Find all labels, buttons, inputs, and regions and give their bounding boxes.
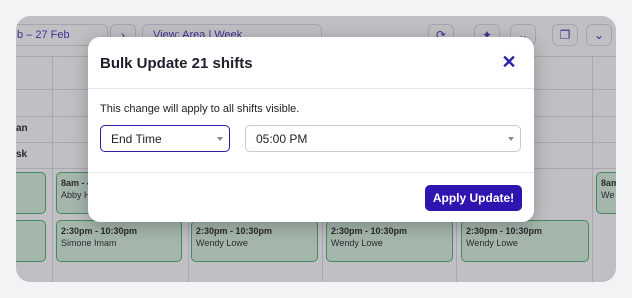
chevron-down-icon [508, 137, 514, 141]
value-select[interactable]: 05:00 PM [245, 125, 521, 152]
close-icon[interactable]: ✕ [500, 53, 518, 71]
value-select-value: 05:00 PM [256, 132, 308, 146]
modal-info-text: This change will apply to all shifts vis… [100, 103, 300, 115]
apply-update-button[interactable]: Apply Update! [425, 185, 522, 211]
field-select-value: End Time [111, 132, 162, 146]
modal-divider [88, 172, 534, 173]
bulk-update-modal: Bulk Update 21 shifts ✕ This change will… [88, 37, 534, 222]
modal-title: Bulk Update 21 shifts [100, 55, 253, 72]
field-select[interactable]: End Time [100, 125, 230, 152]
modal-divider [88, 88, 534, 89]
chevron-down-icon [217, 137, 223, 141]
app-frame: b – 27 Feb › View: Area | Week ⟳ ✦ ⌄ ❐ ⌄… [16, 16, 616, 282]
